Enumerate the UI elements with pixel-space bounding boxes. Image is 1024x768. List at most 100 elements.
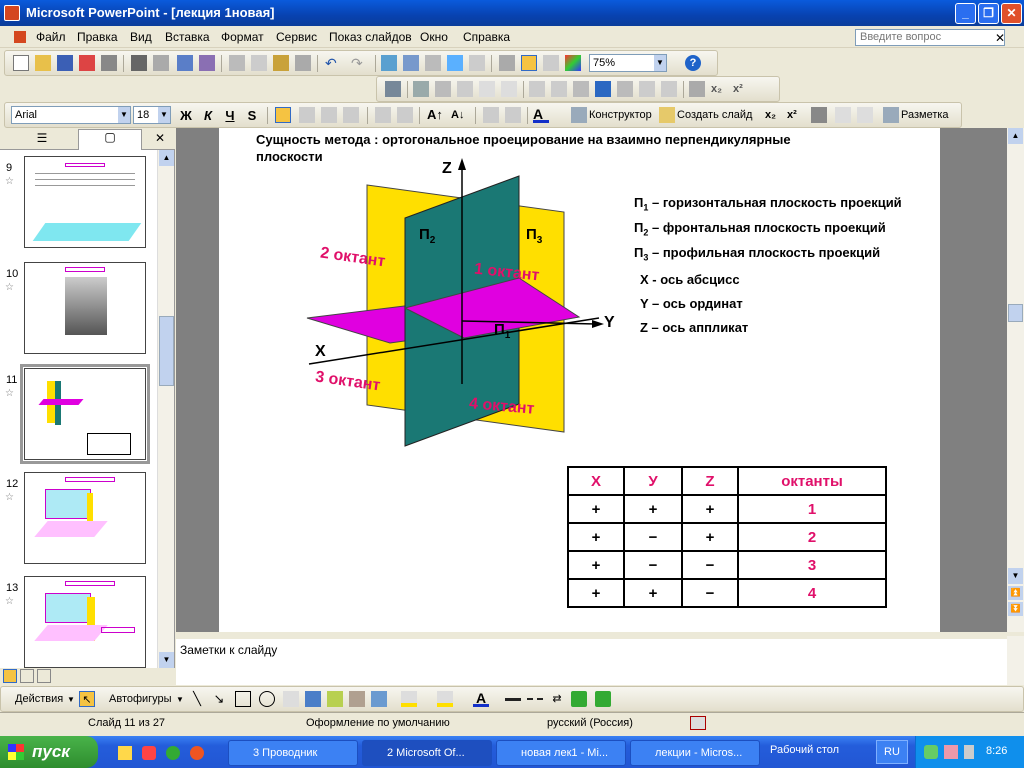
picture-icon[interactable]: [371, 691, 387, 707]
thumbnail-scrollbar[interactable]: ▲ ▼: [157, 150, 174, 668]
justify-icon[interactable]: [343, 107, 359, 123]
font-color-icon[interactable]: A: [473, 691, 489, 707]
slide-thumbnail-10[interactable]: [24, 262, 146, 354]
minimize-button[interactable]: _: [955, 3, 976, 24]
volume-icon[interactable]: [964, 745, 974, 759]
paste-icon[interactable]: [273, 55, 289, 71]
font-size-select[interactable]: 18 ▼: [133, 106, 171, 124]
font-color-icon[interactable]: A: [533, 107, 549, 123]
hyperlink-icon[interactable]: [447, 55, 463, 71]
slide-scrollbar[interactable]: ▲ ▼ ⏫ ⏬: [1007, 128, 1024, 632]
menu-window[interactable]: Окно: [420, 30, 448, 44]
rotate-icon[interactable]: [551, 81, 567, 97]
notes-pane[interactable]: Заметки к слайду: [176, 636, 1007, 685]
new-slide-button[interactable]: Создать слайд: [677, 109, 752, 121]
grid-icon[interactable]: [543, 55, 559, 71]
quicklaunch-icon[interactable]: [118, 746, 132, 760]
scroll-down-icon[interactable]: ▼: [1008, 568, 1023, 584]
normal-view-icon[interactable]: [3, 669, 17, 683]
next-slide-icon[interactable]: ⏬: [1008, 602, 1023, 616]
spelling-icon[interactable]: [177, 55, 193, 71]
document-icon[interactable]: [14, 31, 26, 43]
help-search-input[interactable]: Введите вопрос: [855, 29, 1005, 46]
menu-edit[interactable]: Правка: [77, 30, 118, 44]
bold-button[interactable]: Ж: [177, 107, 195, 124]
align-center-icon[interactable]: [299, 107, 315, 123]
show-formatting-icon[interactable]: [499, 55, 515, 71]
slides-tab-icon[interactable]: ▢: [78, 129, 142, 150]
subscript-icon[interactable]: x₂: [765, 107, 781, 123]
slideshow-view-icon[interactable]: [37, 669, 51, 683]
font-name-select[interactable]: Arial ▼: [11, 106, 131, 124]
email-icon[interactable]: [101, 55, 117, 71]
actions-menu[interactable]: Действия: [15, 693, 63, 705]
slide-thumbnail-13[interactable]: [24, 576, 146, 668]
insert-picture-icon[interactable]: [385, 81, 401, 97]
copy-icon[interactable]: [251, 55, 267, 71]
tray-icon[interactable]: [944, 745, 958, 759]
designer-icon[interactable]: [571, 107, 587, 123]
quicklaunch-icon[interactable]: [166, 746, 180, 760]
open-icon[interactable]: [35, 55, 51, 71]
spelling-status-icon[interactable]: [690, 716, 706, 730]
scroll-thumb[interactable]: [1008, 304, 1023, 322]
scroll-up-icon[interactable]: ▲: [1008, 128, 1023, 144]
save-icon[interactable]: [57, 55, 73, 71]
new-icon[interactable]: [13, 55, 29, 71]
align-right-icon[interactable]: [321, 107, 337, 123]
scroll-down-icon[interactable]: ▼: [159, 652, 174, 668]
line-color-icon[interactable]: [437, 691, 453, 707]
help-icon[interactable]: ?: [685, 55, 701, 71]
compress-icon[interactable]: [595, 81, 611, 97]
new-slide-icon[interactable]: [659, 107, 675, 123]
animation-icon[interactable]: [835, 107, 851, 123]
quicklaunch-icon[interactable]: [142, 746, 156, 760]
restore-button[interactable]: ❐: [978, 3, 999, 24]
permission-icon[interactable]: [79, 55, 95, 71]
scroll-up-icon[interactable]: ▲: [159, 150, 174, 166]
menu-help[interactable]: Справка: [463, 30, 510, 44]
notes-scrollbar[interactable]: [1007, 636, 1024, 685]
layout-button[interactable]: Разметка: [901, 109, 949, 121]
scroll-thumb[interactable]: [159, 316, 174, 386]
superscript-icon[interactable]: x²: [733, 81, 749, 97]
increase-indent-icon[interactable]: [505, 107, 521, 123]
bullets-icon[interactable]: [397, 107, 413, 123]
decrease-font-icon[interactable]: A↓: [451, 107, 467, 123]
cut-icon[interactable]: [229, 55, 245, 71]
close-doc-icon[interactable]: ✕: [995, 31, 1005, 45]
chart-insert-icon[interactable]: [381, 55, 397, 71]
transition-icon[interactable]: [857, 107, 873, 123]
decrease-indent-icon[interactable]: [483, 107, 499, 123]
menu-tools[interactable]: Сервис: [276, 30, 317, 44]
italic-button[interactable]: К: [199, 107, 217, 124]
rectangle-icon[interactable]: [235, 691, 251, 707]
zoom-select[interactable]: 75% ▼: [589, 54, 667, 72]
clipart-icon[interactable]: [349, 691, 365, 707]
line-icon[interactable]: ╲: [189, 691, 205, 707]
quicklaunch-icon[interactable]: [190, 746, 204, 760]
color-icon[interactable]: [413, 81, 429, 97]
move-up-icon[interactable]: [811, 107, 827, 123]
layout-icon[interactable]: [883, 107, 899, 123]
line-style-icon[interactable]: [573, 81, 589, 97]
3d-style-icon[interactable]: [595, 691, 611, 707]
numbering-icon[interactable]: [375, 107, 391, 123]
menu-file[interactable]: Файл: [36, 30, 66, 44]
expand-icon[interactable]: [469, 55, 485, 71]
align-left-icon[interactable]: [275, 107, 291, 123]
previous-slide-icon[interactable]: ⏫: [1008, 586, 1023, 600]
diagram-icon[interactable]: [327, 691, 343, 707]
autoshapes-menu[interactable]: Автофигуры: [109, 693, 172, 705]
shadow-button[interactable]: S: [243, 107, 261, 124]
designer-button[interactable]: Конструктор: [589, 109, 652, 121]
format-picture-icon[interactable]: [639, 81, 655, 97]
shadow-style-icon[interactable]: [571, 691, 587, 707]
superscript-icon[interactable]: x²: [787, 107, 803, 123]
menu-format[interactable]: Формат: [221, 30, 264, 44]
redo-icon[interactable]: ↷: [351, 55, 367, 71]
taskbar-item-word2[interactable]: лекции - Micros...: [630, 740, 760, 766]
powerpoint-app-icon[interactable]: [4, 5, 20, 21]
menu-insert[interactable]: Вставка: [165, 30, 210, 44]
reset-picture-icon[interactable]: [689, 81, 705, 97]
